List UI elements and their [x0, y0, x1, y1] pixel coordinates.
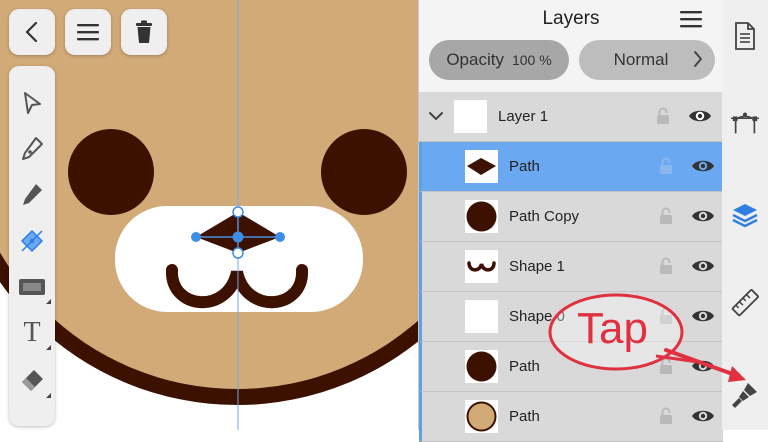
- eraser-icon: [22, 370, 43, 391]
- circle-thumbnail-icon: [466, 351, 497, 382]
- layers-button[interactable]: [730, 200, 760, 230]
- lock-icon[interactable]: [659, 357, 673, 375]
- node-tool[interactable]: [9, 221, 55, 261]
- hamburger-icon: [77, 24, 99, 41]
- tap-annotation: Tap: [577, 304, 648, 353]
- circle-thumbnail-icon: [466, 401, 497, 432]
- layer-row-shape-1[interactable]: Shape 1: [419, 242, 723, 292]
- opacity-control[interactable]: Opacity 100 %: [429, 40, 569, 80]
- layer-thumbnail: [465, 400, 498, 433]
- circle-thumbnail-icon: [466, 201, 497, 232]
- panel-menu-button[interactable]: [679, 9, 703, 29]
- pen-icon: [22, 137, 43, 160]
- control-point: [232, 247, 244, 259]
- text-tool[interactable]: T: [9, 313, 55, 353]
- pencil-tool[interactable]: [9, 175, 55, 215]
- eye-icon[interactable]: [691, 208, 715, 224]
- layer-name: Path: [509, 408, 540, 425]
- chevron-right-icon: [694, 51, 702, 67]
- left-eye: [68, 129, 154, 215]
- more-tools[interactable]: [9, 406, 55, 426]
- eye-icon[interactable]: [691, 158, 715, 174]
- layer-row-path-3[interactable]: Path: [419, 392, 723, 442]
- eye-icon[interactable]: [688, 108, 712, 124]
- layers-panel: Layers Opacity 100 % Normal Layer 1 Path: [418, 0, 723, 442]
- eye-icon[interactable]: [691, 408, 715, 424]
- brush-icon: [732, 383, 757, 408]
- layer-name: Path: [509, 158, 540, 175]
- layer-row-layer-1[interactable]: Layer 1: [419, 92, 723, 142]
- document-button[interactable]: [730, 21, 760, 51]
- selection-arrow-icon: [24, 92, 41, 114]
- back-button[interactable]: [9, 9, 55, 55]
- drawing-canvas[interactable]: T: [0, 0, 418, 430]
- chevron-left-icon: [25, 21, 38, 43]
- select-tool[interactable]: [9, 83, 55, 123]
- brush-button[interactable]: [730, 380, 760, 410]
- panel-title: Layers: [542, 8, 600, 29]
- bear-artwork: [0, 0, 418, 430]
- layer-thumbnail: [465, 200, 498, 233]
- layer-thumbnail: [465, 250, 498, 283]
- anchor-point: [232, 231, 244, 243]
- lock-icon[interactable]: [659, 157, 673, 175]
- layer-thumbnail: [465, 150, 498, 183]
- shape-tool[interactable]: [9, 267, 55, 307]
- layer-name: Path Copy: [509, 208, 580, 225]
- chevron-down-icon[interactable]: [428, 110, 444, 122]
- layer-name: Layer 1: [498, 108, 549, 125]
- mouth-thumbnail-icon: [467, 261, 496, 272]
- eye-icon[interactable]: [691, 358, 715, 374]
- hamburger-icon: [680, 11, 702, 28]
- layer-row-path-copy[interactable]: Path Copy: [419, 192, 723, 242]
- eye-icon[interactable]: [691, 308, 715, 324]
- menu-button[interactable]: [65, 9, 111, 55]
- layer-name: Shape 1: [509, 258, 565, 275]
- text-tool-icon: T: [23, 317, 41, 348]
- tool-bar: T: [9, 66, 55, 426]
- path-button[interactable]: [730, 108, 760, 138]
- node-edit-icon: [20, 229, 44, 253]
- opacity-label: Opacity: [446, 50, 504, 69]
- shape-icon: [19, 279, 45, 295]
- layers-icon: [732, 204, 758, 228]
- pencil-icon: [23, 184, 42, 205]
- nose-thumbnail-icon: [467, 158, 496, 175]
- opacity-value: 100 %: [511, 52, 552, 68]
- layer-row-path-2[interactable]: Path: [419, 342, 723, 392]
- eraser-tool[interactable]: [9, 361, 55, 401]
- lock-icon[interactable]: [656, 107, 670, 125]
- delete-button[interactable]: [121, 9, 167, 55]
- pen-tool[interactable]: [9, 129, 55, 169]
- anchor-point: [275, 232, 285, 242]
- vector-path-icon: [730, 112, 760, 134]
- blend-mode-label: Normal: [613, 50, 669, 69]
- lock-icon[interactable]: [659, 407, 673, 425]
- right-eye: [321, 129, 407, 215]
- trash-icon: [136, 20, 152, 43]
- document-icon: [735, 22, 755, 50]
- layer-thumbnail: [454, 100, 487, 133]
- layer-name: Shape 0: [509, 308, 565, 325]
- eye-icon[interactable]: [691, 258, 715, 274]
- control-point: [232, 206, 244, 218]
- blend-mode-select[interactable]: Normal: [579, 40, 715, 80]
- lock-icon[interactable]: [659, 257, 673, 275]
- layer-thumbnail: [465, 350, 498, 383]
- lock-icon[interactable]: [659, 307, 673, 325]
- layer-name: Path: [509, 358, 540, 375]
- layer-row-shape-0[interactable]: Shape 0: [419, 292, 723, 342]
- ruler-icon: [731, 289, 759, 317]
- layer-row-path[interactable]: Path: [419, 142, 723, 192]
- layer-thumbnail: [465, 300, 498, 333]
- right-sidebar: [722, 0, 768, 430]
- ruler-button[interactable]: [730, 288, 760, 318]
- anchor-point: [191, 232, 201, 242]
- lock-icon[interactable]: [659, 207, 673, 225]
